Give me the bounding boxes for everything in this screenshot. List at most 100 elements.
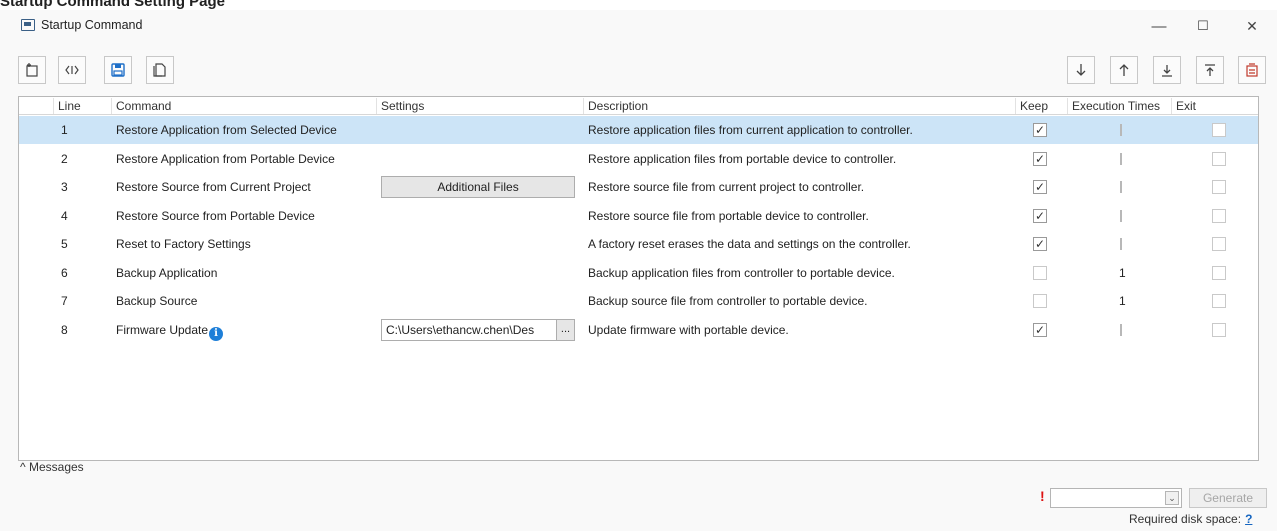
- column-header-execution-times[interactable]: Execution Times: [1067, 98, 1171, 114]
- messages-label: Messages: [28, 460, 84, 474]
- column-header-settings[interactable]: Settings: [376, 98, 583, 114]
- row-description: Restore source file from portable device…: [588, 208, 869, 223]
- insert-icon: [65, 65, 79, 75]
- execution-times-field[interactable]: [1120, 238, 1122, 250]
- table-row[interactable]: 3 Restore Source from Current Project Addi…: [19, 173, 1258, 201]
- startup-command-window: Startup Command — ☐ ✕ Line Command Setti…: [0, 10, 1277, 531]
- keep-checkbox[interactable]: ✓: [1033, 123, 1047, 137]
- keep-checkbox[interactable]: [1033, 294, 1047, 308]
- row-line-number: 3: [61, 180, 68, 194]
- keep-checkbox[interactable]: ✓: [1033, 151, 1047, 166]
- row-line-number: 2: [61, 151, 68, 166]
- row-command: Reset to Factory Settings: [116, 230, 378, 258]
- row-command: Backup Source: [116, 287, 378, 315]
- table-row[interactable]: 5 Reset to Factory Settings A factory rese…: [19, 230, 1258, 258]
- row-line-number: 5: [61, 237, 68, 251]
- keep-checkbox[interactable]: ✓: [1033, 208, 1047, 223]
- chevron-down-icon[interactable]: ⌄: [1165, 491, 1179, 505]
- clear-button[interactable]: [1238, 56, 1266, 84]
- table-row[interactable]: 1 Restore Application from Selected Devic…: [19, 116, 1258, 144]
- row-command: Restore Source from Current Project: [116, 173, 378, 201]
- table-header: Line Command Settings Description Keep E…: [19, 97, 1258, 115]
- row-description: Backup application files from controller…: [588, 265, 895, 280]
- disk-space-label: Required disk space:: [1129, 512, 1242, 526]
- clear-icon: [1246, 63, 1258, 77]
- keep-checkbox[interactable]: ✓: [1033, 180, 1047, 194]
- minimize-button[interactable]: —: [1139, 13, 1179, 39]
- messages-toggle[interactable]: ^ Messages: [20, 460, 84, 474]
- row-command: Restore Application from Selected Device: [116, 116, 378, 144]
- row-command-text: Restore Application from Selected Device: [116, 123, 337, 137]
- insert-command-button[interactable]: [58, 56, 86, 84]
- execution-times-field[interactable]: [1120, 124, 1122, 136]
- exit-checkbox[interactable]: [1212, 265, 1226, 280]
- exit-checkbox[interactable]: [1212, 180, 1226, 194]
- column-header-exit[interactable]: Exit: [1171, 98, 1259, 114]
- save-button[interactable]: [104, 56, 132, 84]
- exit-checkbox[interactable]: [1212, 151, 1226, 166]
- copy-button[interactable]: [146, 56, 174, 84]
- execution-times-field[interactable]: [1120, 209, 1122, 222]
- generate-button[interactable]: Generate: [1189, 488, 1267, 508]
- keep-checkbox[interactable]: ✓: [1033, 237, 1047, 251]
- move-down-icon: [1076, 64, 1086, 76]
- execution-times-field[interactable]: [1120, 323, 1122, 336]
- move-to-bottom-button[interactable]: [1153, 56, 1181, 84]
- execution-times-field[interactable]: [1120, 181, 1122, 193]
- window-title: Startup Command: [41, 18, 143, 32]
- chevron-up-icon: ^: [20, 460, 26, 474]
- column-header-command[interactable]: Command: [111, 98, 376, 114]
- row-command-text: Firmware Update: [116, 322, 209, 337]
- firmware-path-value: C:\Users\ethancw.chen\Des: [386, 322, 535, 337]
- additional-files-button[interactable]: Additional Files: [381, 176, 575, 198]
- row-description: Restore application files from current a…: [588, 123, 913, 137]
- target-combo[interactable]: ⌄: [1050, 488, 1182, 508]
- exit-checkbox[interactable]: [1212, 208, 1226, 223]
- table-row[interactable]: 4 Restore Source from Portable Device Rest…: [19, 202, 1258, 230]
- move-up-icon: [1119, 64, 1129, 76]
- exit-checkbox[interactable]: [1212, 123, 1226, 137]
- move-to-bottom-icon: [1162, 65, 1172, 77]
- title-bar: Startup Command — ☐ ✕: [0, 10, 1277, 42]
- command-table: Line Command Settings Description Keep E…: [18, 96, 1259, 461]
- execution-times-value[interactable]: 1: [1119, 259, 1139, 287]
- column-header-keep[interactable]: Keep: [1015, 98, 1067, 114]
- firmware-path-field[interactable]: C:\Users\ethancw.chen\Des...: [381, 318, 575, 341]
- row-description: Backup source file from controller to po…: [588, 294, 868, 308]
- move-up-button[interactable]: [1110, 56, 1138, 84]
- exit-checkbox[interactable]: [1212, 237, 1226, 251]
- close-button[interactable]: ✕: [1232, 13, 1272, 39]
- row-description: A factory reset erases the data and sett…: [588, 237, 911, 251]
- execution-times-value[interactable]: 1: [1119, 287, 1139, 315]
- maximize-button[interactable]: ☐: [1183, 13, 1223, 39]
- row-command-text: Restore Source from Current Project: [116, 180, 311, 194]
- row-line-number: 4: [61, 208, 68, 223]
- exit-checkbox[interactable]: [1212, 322, 1226, 337]
- app-icon: [21, 19, 35, 31]
- disk-space-link[interactable]: ?: [1245, 512, 1252, 526]
- execution-times-field[interactable]: [1120, 152, 1122, 165]
- row-line-number: 8: [61, 322, 68, 337]
- keep-checkbox[interactable]: [1033, 265, 1047, 280]
- new-command-button[interactable]: [18, 56, 46, 84]
- column-header-line[interactable]: Line: [53, 98, 111, 114]
- disk-space-info: Required disk space:?: [1129, 512, 1252, 526]
- browse-button[interactable]: ...: [556, 319, 574, 340]
- save-icon: [111, 63, 125, 77]
- row-command: Firmware Update i: [116, 316, 378, 344]
- info-icon[interactable]: i: [209, 326, 224, 341]
- row-command: Restore Source from Portable Device: [116, 202, 378, 230]
- move-to-top-icon: [1205, 64, 1215, 76]
- column-header-description[interactable]: Description: [583, 98, 1015, 114]
- table-row[interactable]: 6 Backup Application Backup application fi…: [19, 259, 1258, 287]
- exit-checkbox[interactable]: [1212, 294, 1226, 308]
- table-row[interactable]: 8 Firmware Update i C:\Users\ethancw.chen\D…: [19, 316, 1258, 344]
- table-row[interactable]: 7 Backup Source Backup source file from co…: [19, 287, 1258, 315]
- move-down-button[interactable]: [1067, 56, 1095, 84]
- row-description: Update firmware with portable device.: [588, 322, 789, 337]
- move-to-top-button[interactable]: [1196, 56, 1224, 84]
- row-line-number: 6: [61, 265, 68, 280]
- table-row[interactable]: 2 Restore Application from Portable Devic…: [19, 145, 1258, 173]
- row-command: Restore Application from Portable Device: [116, 145, 378, 173]
- keep-checkbox[interactable]: ✓: [1033, 322, 1047, 337]
